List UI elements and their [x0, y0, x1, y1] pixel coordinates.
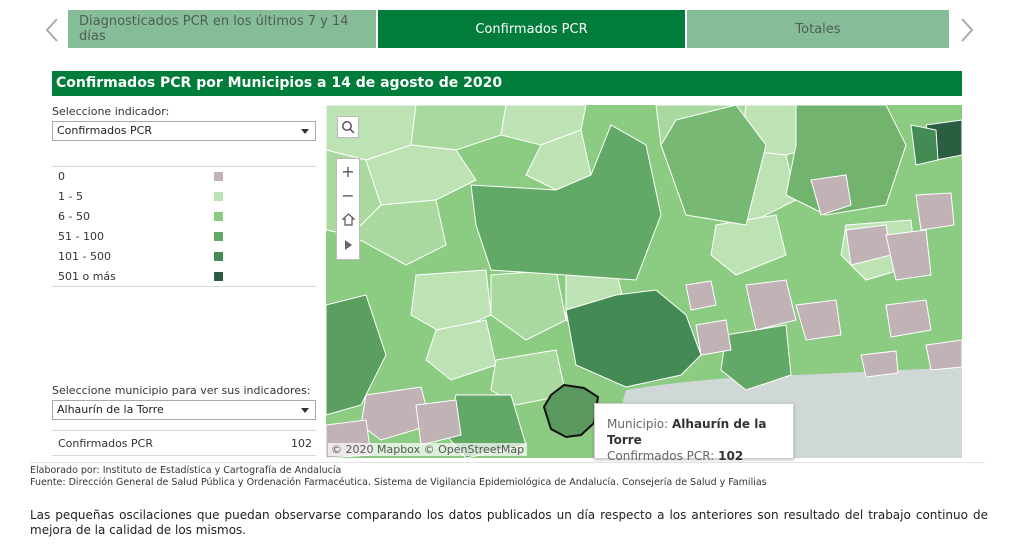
map-search-button[interactable] — [337, 116, 359, 138]
legend-item: 51 - 100 — [58, 230, 228, 244]
indicator-select-value: Confirmados PCR — [57, 124, 152, 137]
legend-swatch — [214, 272, 223, 281]
legend-item: 6 - 50 — [58, 210, 228, 224]
map-attribution: © 2020 Mapbox © OpenStreetMap — [328, 443, 528, 456]
play-icon — [345, 240, 352, 250]
municipio-select-value: Alhaurín de la Torre — [57, 403, 164, 416]
tab-label: Totales — [795, 21, 841, 37]
indicator-label: Seleccione indicador: — [52, 105, 170, 118]
map-tooltip: Municipio: Alhaurín de la Torre Confirma… — [594, 403, 794, 463]
disclaimer-note: Las pequeñas oscilaciones que puedan obs… — [30, 508, 988, 537]
legend-swatch — [214, 232, 223, 241]
legend-swatch — [214, 172, 223, 181]
caret-down-icon — [301, 408, 309, 413]
zoom-in-icon: + — [341, 161, 355, 181]
footer-fuente: Fuente: Dirección General de Salud Públi… — [30, 477, 767, 488]
tab-diagnosticados[interactable]: Diagnosticados PCR en los últimos 7 y 14… — [68, 10, 376, 48]
footer-elaborado: Elaborado por: Instituto de Estadística … — [30, 465, 342, 476]
divider — [52, 430, 316, 431]
result-value: 102 — [291, 437, 312, 450]
divider — [52, 286, 316, 287]
play-button[interactable] — [337, 233, 359, 257]
zoom-in-button[interactable]: + — [337, 159, 359, 183]
divider — [30, 462, 985, 463]
chevron-right-icon — [961, 18, 974, 42]
zoom-out-button[interactable]: − — [337, 183, 359, 207]
legend-item: 1 - 5 — [58, 190, 228, 204]
chevron-left-icon — [45, 18, 58, 42]
legend-swatch — [214, 252, 223, 261]
map-controls: + − — [336, 158, 360, 260]
tooltip-municipio: Municipio: Alhaurín de la Torre — [607, 416, 793, 448]
tooltip-indicator-label: Confirmados PCR: — [607, 449, 715, 463]
zoom-out-icon: − — [341, 185, 355, 205]
home-button[interactable] — [337, 207, 359, 231]
tooltip-municipio-label: Municipio: — [607, 417, 669, 431]
legend-label: 501 o más — [58, 270, 116, 283]
search-icon — [342, 121, 355, 134]
municipio-select[interactable]: Alhaurín de la Torre — [52, 400, 316, 420]
legend-item: 101 - 500 — [58, 250, 228, 264]
legend-label: 6 - 50 — [58, 210, 90, 223]
legend-item: 501 o más — [58, 270, 228, 284]
divider — [52, 166, 316, 167]
prev-tab-button[interactable] — [42, 14, 62, 46]
legend-swatch — [214, 192, 223, 201]
home-icon — [341, 212, 355, 226]
tab-label: Diagnosticados PCR en los últimos 7 y 14… — [79, 14, 349, 44]
result-label: Confirmados PCR — [58, 437, 153, 450]
tab-totales[interactable]: Totales — [687, 10, 949, 48]
next-tab-button[interactable] — [957, 14, 977, 46]
legend-label: 101 - 500 — [58, 250, 111, 263]
legend-swatch — [214, 212, 223, 221]
legend-label: 51 - 100 — [58, 230, 104, 243]
indicator-select[interactable]: Confirmados PCR — [52, 121, 316, 141]
page-title: Confirmados PCR por Municipios a 14 de a… — [52, 71, 962, 96]
caret-down-icon — [301, 129, 309, 134]
legend-label: 1 - 5 — [58, 190, 83, 203]
legend-label: 0 — [58, 170, 65, 183]
divider — [52, 455, 316, 456]
tab-confirmados[interactable]: Confirmados PCR — [378, 10, 685, 48]
tab-label: Confirmados PCR — [475, 21, 588, 37]
municipio-label: Seleccione municipio para ver sus indica… — [52, 384, 311, 397]
legend-item: 0 — [58, 170, 228, 184]
tooltip-indicator-value: 102 — [718, 449, 744, 463]
